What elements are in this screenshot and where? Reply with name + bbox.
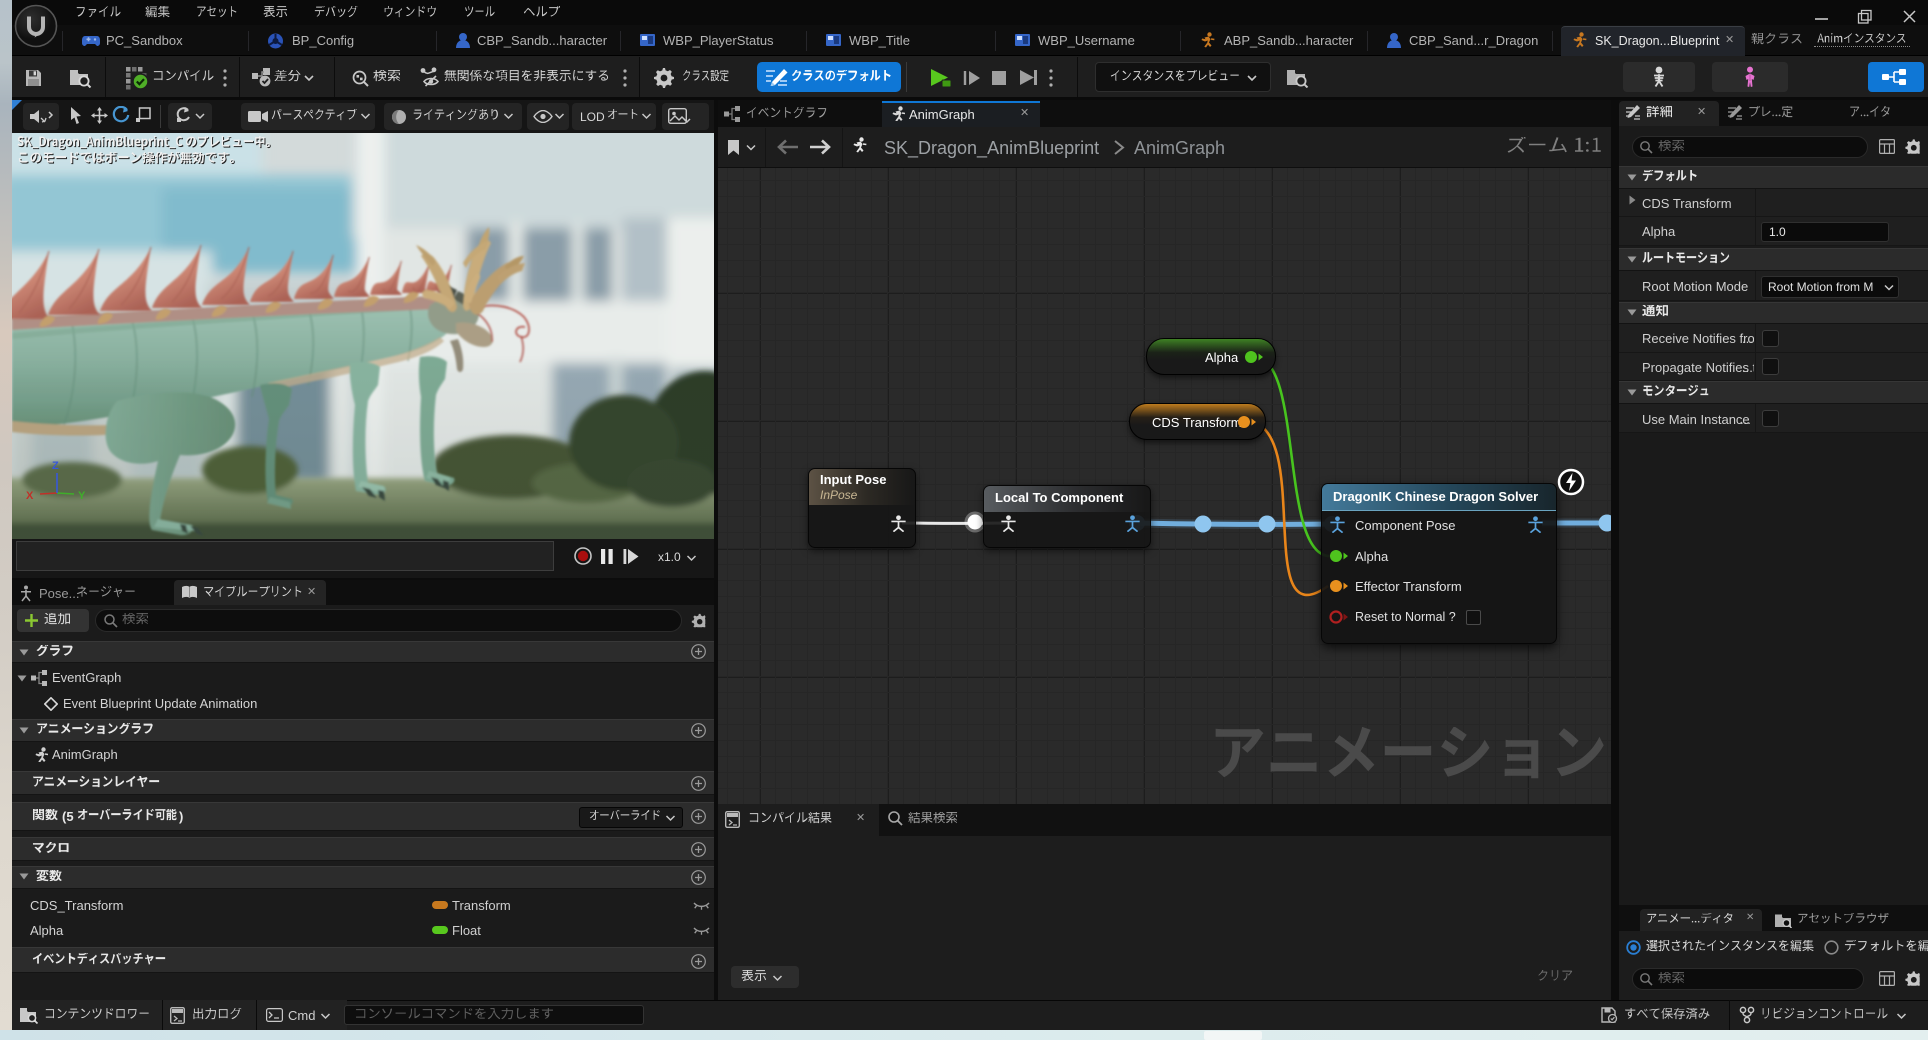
svg-text:Z: Z [52, 460, 59, 472]
svg-text:X: X [26, 490, 34, 502]
svg-text:Y: Y [78, 490, 86, 502]
